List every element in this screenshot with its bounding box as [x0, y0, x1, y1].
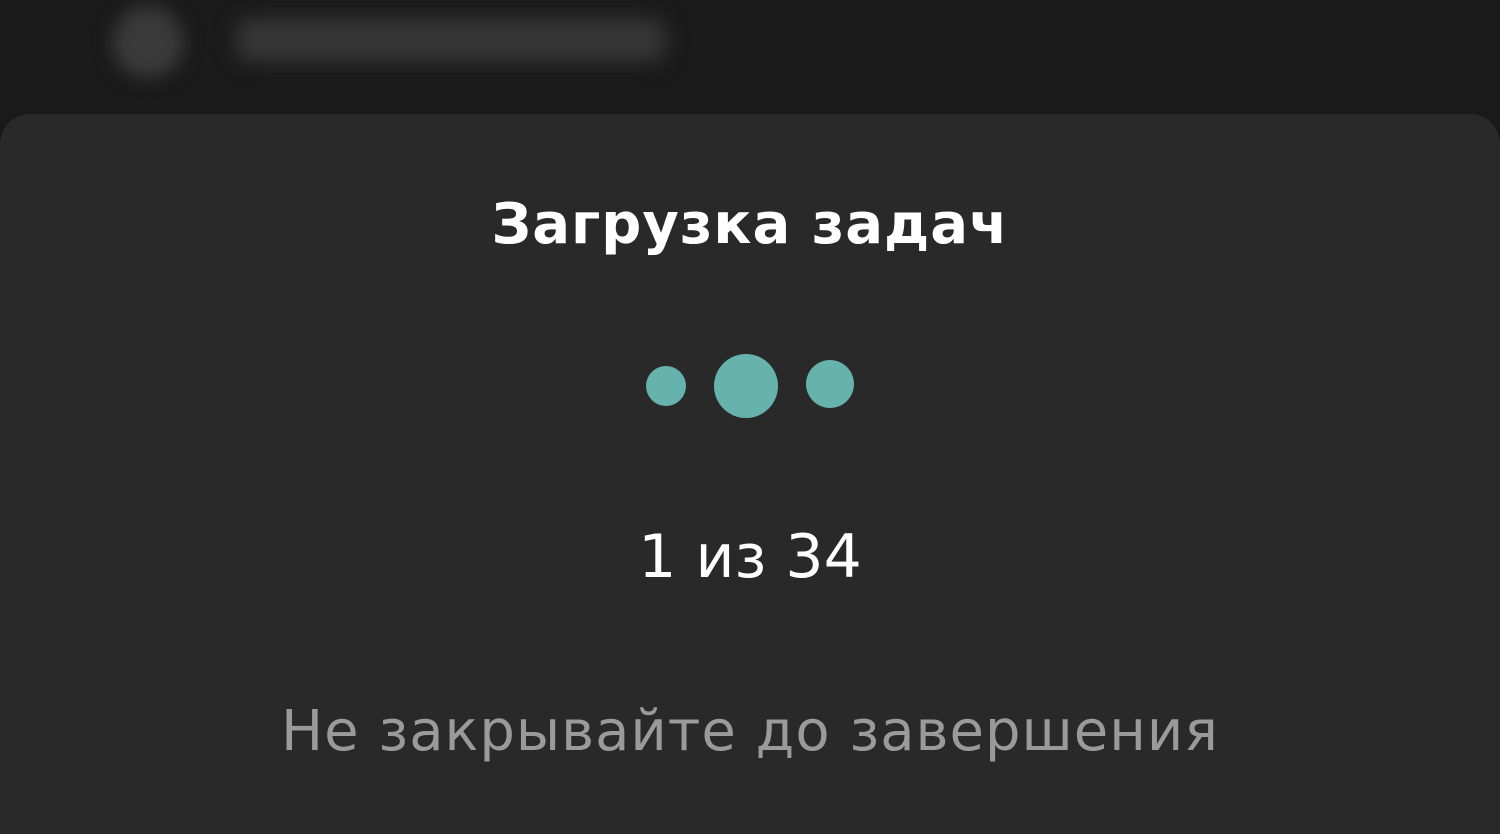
loading-dot-small [646, 366, 686, 406]
loading-dot-large [714, 354, 778, 418]
loading-sheet: Загрузка задач 1 из 34 Не закрывайте до … [0, 114, 1500, 834]
background-header-label [236, 18, 666, 62]
loading-dots-icon [0, 352, 1500, 418]
progress-counter: 1 из 34 [638, 522, 862, 592]
screen: Загрузка задач 1 из 34 Не закрывайте до … [0, 0, 1500, 834]
sheet-title: Загрузка задач [491, 192, 1009, 257]
hint-text: Не закрывайте до завершения [281, 699, 1219, 764]
app-icon [112, 6, 184, 78]
loading-dot-medium [806, 360, 854, 408]
background-header [0, 0, 1500, 130]
